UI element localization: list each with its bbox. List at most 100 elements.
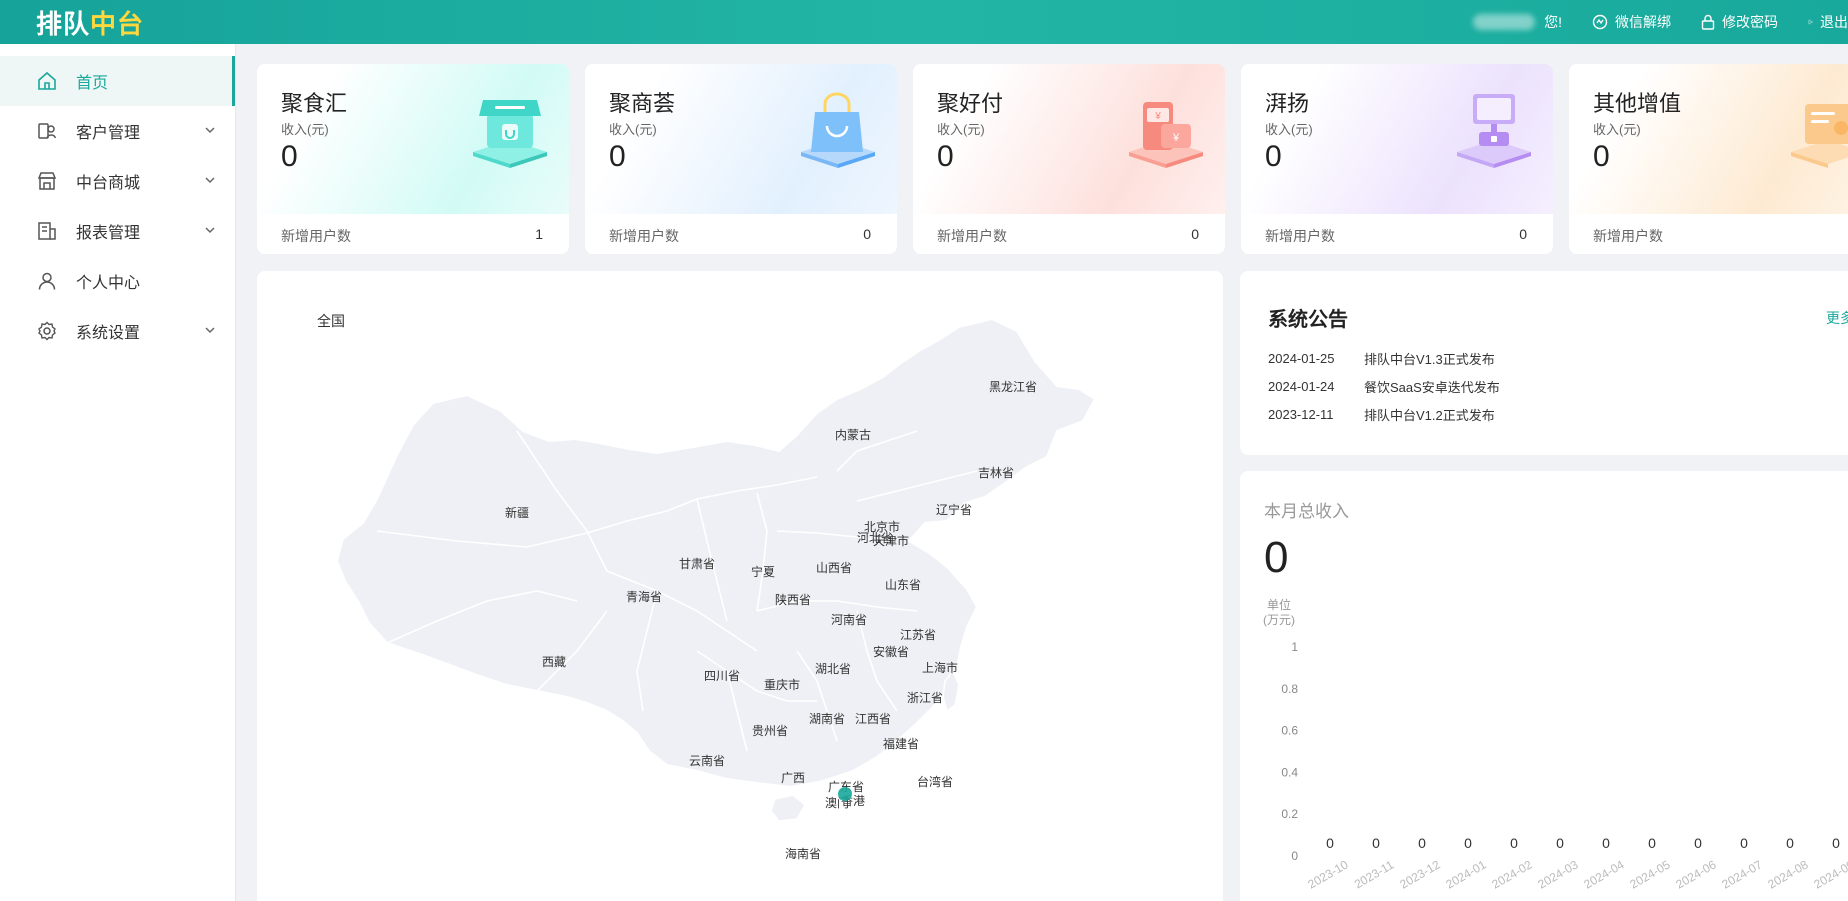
card-value: 0 bbox=[1593, 140, 1610, 173]
bar-value-label: 0 bbox=[1510, 835, 1518, 851]
stat-card-jushanghui[interactable]: 聚商荟 收入(元) 0 新增用户数 0 bbox=[585, 64, 897, 254]
greeting-text: 您! bbox=[1544, 14, 1562, 30]
map-province-label: 黑龙江省 bbox=[989, 380, 1037, 394]
svg-text:¥: ¥ bbox=[1154, 111, 1161, 122]
shop-icon bbox=[473, 100, 547, 168]
card-footer-value: 0 bbox=[863, 226, 871, 242]
map-province-label: 四川省 bbox=[704, 669, 740, 683]
chart-unit-label: 单位 bbox=[1267, 597, 1291, 612]
notice-text: 排队中台V1.2正式发布 bbox=[1364, 407, 1495, 423]
sidebar-item-home[interactable]: 首页 bbox=[0, 56, 235, 106]
stat-card-jushihui[interactable]: 聚食汇 收入(元) 0 新增用户数 1 bbox=[257, 64, 569, 254]
map-province-label: 安徽省 bbox=[873, 644, 909, 659]
sidebar-item-label: 首页 bbox=[76, 75, 109, 92]
map-province-label: 云南省 bbox=[689, 753, 725, 768]
notice-item[interactable]: 2024-01-24 餐饮SaaS安卓迭代发布 bbox=[1268, 372, 1500, 400]
bag-icon bbox=[801, 92, 875, 168]
sidebar-item-settings[interactable]: 系统设置 bbox=[0, 306, 235, 356]
sidebar-item-label: 系统设置 bbox=[76, 325, 141, 342]
card-footer-value: 0 bbox=[1519, 226, 1527, 242]
map-location-marker[interactable] bbox=[838, 787, 852, 801]
header-actions: 您! 微信解绑 修改密码 退出 bbox=[1473, 0, 1848, 44]
x-tick-label: 2023-12 bbox=[1397, 857, 1442, 891]
x-tick-label: 2024-06 bbox=[1673, 857, 1718, 891]
sidebar-item-label: 客户管理 bbox=[76, 125, 141, 142]
bar-value-label: 0 bbox=[1602, 835, 1610, 851]
map-province-label: 上海市 bbox=[922, 660, 958, 675]
card-footer-label: 新增用户数 bbox=[609, 228, 679, 244]
x-tick-label: 2024-03 bbox=[1535, 857, 1580, 891]
map-province-label: 江苏省 bbox=[900, 628, 936, 642]
notice-list: 2024-01-25 排队中台V1.3正式发布 2024-01-24 餐饮Saa… bbox=[1268, 344, 1500, 428]
hainan-shape[interactable] bbox=[770, 794, 806, 822]
y-tick-label: 1 bbox=[1291, 640, 1298, 654]
stat-card-juhaofu[interactable]: 聚好付 收入(元) 0 ¥ ¥ 新增用户数 0 bbox=[913, 64, 1225, 254]
wechat-unbind-button[interactable]: 微信解绑 bbox=[1592, 12, 1671, 32]
card-subtitle: 收入(元) bbox=[1593, 122, 1641, 137]
lock-icon bbox=[1701, 14, 1715, 30]
user-greeting: 您! bbox=[1473, 12, 1562, 32]
map-province-label: 山东省 bbox=[885, 578, 921, 592]
sidebar-item-report[interactable]: 报表管理 bbox=[0, 206, 235, 256]
sidebar: 首页 客户管理 中台商城 报表管理 个人中心 系统设置 bbox=[0, 44, 236, 901]
logout-icon bbox=[1808, 19, 1813, 25]
map-province-label: 湖南省 bbox=[809, 711, 845, 726]
bar-value-label: 0 bbox=[1694, 835, 1702, 851]
stat-card-other[interactable]: 其他增值 收入(元) 0 新增用户数 0 bbox=[1569, 64, 1848, 254]
notice-item[interactable]: 2024-01-25 排队中台V1.3正式发布 bbox=[1268, 344, 1500, 372]
y-tick-label: 0.8 bbox=[1281, 682, 1298, 696]
y-tick-label: 0.6 bbox=[1281, 724, 1298, 738]
notice-date: 2024-01-25 bbox=[1268, 350, 1335, 366]
gear-icon bbox=[36, 320, 58, 342]
change-password-button[interactable]: 修改密码 bbox=[1701, 12, 1778, 32]
sidebar-item-customer[interactable]: 客户管理 bbox=[0, 106, 235, 156]
chart-unit-label: (万元) bbox=[1263, 613, 1295, 627]
notice-title: 系统公告 bbox=[1268, 309, 1348, 331]
card-subtitle: 收入(元) bbox=[281, 122, 329, 137]
map-province-label: 辽宁省 bbox=[936, 502, 972, 517]
monthly-income-chart[interactable]: 单位 (万元) 0 0.2 0.4 0.6 0.8 1 0 2023-10 0 2023-11 0 2… bbox=[1240, 471, 1848, 901]
map-province-label: 重庆市 bbox=[764, 677, 800, 692]
card-value: 0 bbox=[937, 140, 954, 173]
card-subtitle: 收入(元) bbox=[609, 122, 657, 137]
map-province-label: 宁夏 bbox=[751, 564, 775, 579]
customer-icon bbox=[36, 120, 58, 142]
card-footer-value: 1 bbox=[535, 226, 543, 242]
map-province-label: 湖北省 bbox=[815, 661, 851, 676]
x-tick-label: 2023-10 bbox=[1305, 857, 1350, 891]
map-province-label: 天津市 bbox=[873, 533, 909, 548]
logout-button[interactable]: 退出 bbox=[1808, 12, 1848, 32]
system-notice-panel: 系统公告 更多 2024-01-25 排队中台V1.3正式发布 2024-01-… bbox=[1240, 271, 1848, 455]
home-icon bbox=[36, 70, 58, 92]
sidebar-item-profile[interactable]: 个人中心 bbox=[0, 256, 235, 306]
map-province-label: 吉林省 bbox=[978, 466, 1014, 480]
x-tick-label: 2024-07 bbox=[1719, 857, 1764, 891]
notice-item[interactable]: 2023-12-11 排队中台V1.2正式发布 bbox=[1268, 400, 1500, 428]
notice-more-link[interactable]: 更多 bbox=[1826, 308, 1848, 328]
map-province-label: 青海省 bbox=[626, 589, 662, 604]
map-province-label: 河南省 bbox=[831, 612, 867, 627]
top-header: 排队中台 您! 微信解绑 修改密码 退出 bbox=[0, 0, 1848, 44]
bar-value-label: 0 bbox=[1326, 835, 1334, 851]
sidebar-item-label: 中台商城 bbox=[76, 175, 141, 192]
payment-icon: ¥ ¥ bbox=[1129, 102, 1203, 168]
store-icon bbox=[36, 170, 58, 192]
map-province-label: 西藏 bbox=[542, 655, 566, 669]
card-value: 0 bbox=[281, 140, 298, 173]
x-tick-label: 2024-08 bbox=[1765, 857, 1810, 891]
map-province-label: 内蒙古 bbox=[835, 427, 871, 442]
sidebar-item-label: 报表管理 bbox=[76, 225, 141, 242]
notice-date: 2024-01-24 bbox=[1268, 378, 1335, 394]
x-tick-label: 2024-05 bbox=[1627, 857, 1672, 891]
china-map[interactable]: 黑龙江省 内蒙古 吉林省 新疆 北京市 河北省 天津市 辽宁省 甘肃省 宁夏 山… bbox=[257, 271, 1223, 901]
stat-card-paiyang[interactable]: 湃扬 收入(元) 0 新增用户数 0 bbox=[1241, 64, 1553, 254]
app-logo[interactable]: 排队中台 bbox=[36, 4, 144, 41]
china-mainland-shape[interactable] bbox=[335, 317, 1097, 789]
wechat-icon bbox=[1592, 14, 1608, 30]
map-province-label: 山西省 bbox=[816, 561, 852, 575]
card-value: 0 bbox=[1265, 140, 1282, 173]
card-footer-value: 0 bbox=[1191, 226, 1199, 242]
card-subtitle: 收入(元) bbox=[937, 122, 985, 137]
china-map-panel: 全国 黑龙江省 内蒙古 吉林省 新疆 北京市 河北省 天津市 辽宁省 甘肃省 宁… bbox=[257, 271, 1223, 901]
sidebar-item-store[interactable]: 中台商城 bbox=[0, 156, 235, 206]
